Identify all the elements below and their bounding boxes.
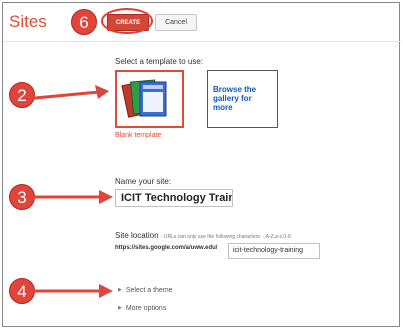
select-theme-label: Select a theme xyxy=(125,287,173,294)
site-name-label: Name your site: xyxy=(115,177,172,186)
site-location-label: Site location xyxy=(115,231,159,240)
blank-template-tile[interactable] xyxy=(115,70,184,128)
step-2-arrow xyxy=(33,85,109,100)
toolbar: Sites CREATE Cancel 6 xyxy=(3,3,401,42)
site-url-field[interactable]: icit-technology-training xyxy=(228,243,320,259)
step-6-callout: 6 xyxy=(71,9,97,35)
template-prompt: Select a template to use: xyxy=(115,57,204,66)
step-3-arrow xyxy=(33,190,113,204)
step-3-callout: 3 xyxy=(9,184,35,210)
step-4-arrow xyxy=(33,284,113,298)
site-location-hint: - URLs can only use the following charac… xyxy=(160,234,291,240)
create-highlight-ring xyxy=(101,8,153,34)
expand-triangle-icon: ▶ xyxy=(118,287,122,293)
page-title: Sites xyxy=(9,12,47,31)
site-location-heading: Site location - URLs can only use the fo… xyxy=(115,231,291,240)
more-options-toggle[interactable]: ▶ More options xyxy=(118,305,166,312)
template-pages-icon xyxy=(121,79,167,118)
site-url-prefix: https://sites.google.com/a/uww.edu/ xyxy=(115,245,218,251)
site-name-field[interactable]: ICIT Technology Training xyxy=(115,189,233,207)
blank-template-caption: Blank template xyxy=(115,132,162,139)
create-site-panel: Sites CREATE Cancel 6 Select a template … xyxy=(2,2,401,327)
step-4-callout: 4 xyxy=(9,278,35,304)
expand-triangle-icon: ▶ xyxy=(118,305,122,311)
select-theme-toggle[interactable]: ▶ Select a theme xyxy=(118,287,173,294)
step-2-callout: 2 xyxy=(9,82,35,108)
more-options-label: More options xyxy=(125,305,167,312)
browse-gallery-link[interactable]: Browse the gallery for more xyxy=(213,85,273,112)
cancel-button[interactable]: Cancel xyxy=(155,14,197,31)
